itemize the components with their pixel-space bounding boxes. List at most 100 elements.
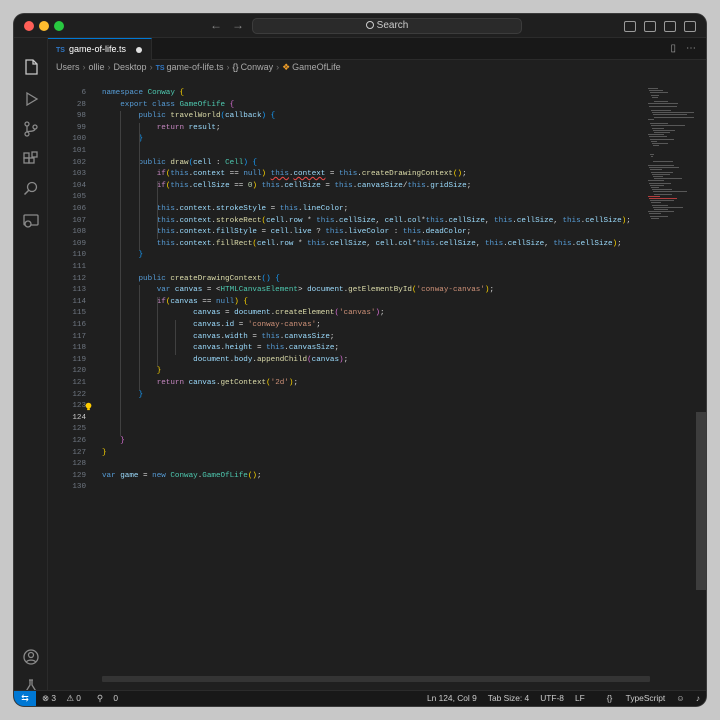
minimap-line bbox=[652, 112, 694, 114]
minimap-line bbox=[650, 138, 674, 140]
navigation-arrows: ← → bbox=[210, 18, 254, 32]
vertical-scrollbar[interactable] bbox=[696, 74, 706, 684]
minimize-window-button[interactable] bbox=[39, 21, 49, 31]
code-line[interactable]: if(this.context == null) this.context = … bbox=[102, 169, 467, 181]
line-number: 103 bbox=[72, 170, 86, 179]
breadcrumb: Users › ollie › Desktop › TS game-of-life.ts ›{}… bbox=[48, 60, 706, 74]
code-line[interactable]: this.context.strokeRect(cell.row * this.… bbox=[102, 216, 631, 228]
code-line[interactable]: } bbox=[102, 436, 125, 448]
tab-game-of-life[interactable]: TS game-of-life.ts bbox=[48, 38, 152, 60]
line-number: 112 bbox=[72, 274, 86, 283]
code-line[interactable]: this.context.fillRect(cell.row * this.ce… bbox=[102, 239, 622, 251]
ports-indicator[interactable]: ⚲ 0 bbox=[97, 693, 126, 703]
line-number: 130 bbox=[72, 483, 86, 492]
line-number: 110 bbox=[72, 251, 86, 260]
code-line[interactable]: var canvas = <HTMLCanvasElement> documen… bbox=[102, 285, 494, 297]
code-line[interactable]: canvas.height = this.canvasSize; bbox=[102, 343, 339, 355]
unsaved-dot-icon[interactable] bbox=[136, 47, 142, 53]
breadcrumb-desktop[interactable]: Desktop bbox=[114, 62, 147, 72]
code-line[interactable]: canvas.id = 'conway-canvas'; bbox=[102, 320, 321, 332]
explorer-icon[interactable] bbox=[22, 58, 40, 76]
close-window-button[interactable] bbox=[24, 21, 34, 31]
line-number: 119 bbox=[72, 355, 86, 364]
breadcrumb-namespace[interactable]: Conway bbox=[241, 62, 274, 72]
minimap-line bbox=[648, 211, 674, 213]
minimap-line bbox=[653, 129, 675, 131]
minimap-line bbox=[654, 116, 694, 118]
line-number: 125 bbox=[72, 425, 86, 434]
minimap-line bbox=[652, 189, 672, 191]
copilot-icon[interactable]: ☺ bbox=[676, 693, 685, 703]
minimap-line bbox=[654, 209, 668, 210]
code-line[interactable]: var game = new Conway.GameOfLife(); bbox=[102, 471, 262, 483]
forward-arrow-icon[interactable]: → bbox=[232, 18, 244, 32]
scroll-thumb[interactable] bbox=[696, 412, 706, 590]
toggle-secondary-sidebar-icon[interactable] bbox=[664, 21, 676, 32]
line-number: 129 bbox=[72, 471, 86, 480]
back-arrow-icon[interactable]: ← bbox=[210, 18, 222, 32]
indent-guide bbox=[138, 122, 140, 251]
code-line[interactable]: namespace Conway { bbox=[102, 88, 184, 100]
minimap-line bbox=[653, 206, 683, 208]
line-number-gutter: 6 28 98 99 100 101 102 103 104 105 106 107 108 109 110… bbox=[48, 74, 90, 684]
customize-layout-icon[interactable] bbox=[684, 21, 696, 32]
cursor-position[interactable]: Ln 124, Col 9 bbox=[427, 693, 477, 703]
split-editor-icon[interactable]: ▯ bbox=[670, 43, 676, 54]
breadcrumb-ollie[interactable]: ollie bbox=[89, 62, 105, 72]
minimap-line bbox=[650, 92, 668, 94]
code-line[interactable]: } bbox=[102, 448, 107, 460]
minimap-line bbox=[652, 96, 658, 98]
title-bar: ← → Search bbox=[14, 14, 706, 38]
breadcrumb-class[interactable]: GameOfLife bbox=[292, 62, 341, 72]
language-mode[interactable]: {} TypeScript bbox=[596, 693, 666, 703]
code-line[interactable]: } bbox=[102, 250, 143, 262]
code-line[interactable]: public draw(cell : Cell) { bbox=[102, 158, 257, 170]
minimap[interactable] bbox=[646, 74, 694, 684]
code-line[interactable]: if(canvas == null) { bbox=[102, 297, 248, 309]
run-and-debug-icon[interactable] bbox=[22, 90, 40, 108]
account-icon[interactable] bbox=[22, 648, 40, 666]
minimap-line bbox=[654, 193, 672, 195]
code-line[interactable]: canvas.width = this.canvasSize; bbox=[102, 332, 334, 344]
code-line[interactable]: export class GameOfLife { bbox=[102, 100, 234, 112]
lightbulb-icon[interactable] bbox=[84, 402, 93, 411]
code-line[interactable]: canvas = document.createElement('canvas'… bbox=[102, 308, 384, 320]
remote-explorer-icon[interactable] bbox=[22, 212, 40, 230]
breadcrumb-file[interactable]: game-of-life.ts bbox=[167, 62, 224, 72]
code-line[interactable]: } bbox=[102, 366, 162, 378]
line-number: 98 bbox=[76, 112, 86, 121]
extensions-icon[interactable] bbox=[22, 150, 40, 168]
line-number: 120 bbox=[72, 367, 86, 376]
command-center-search[interactable]: Search bbox=[252, 18, 522, 34]
remote-indicator-icon[interactable]: ⇆ bbox=[14, 691, 36, 706]
tab-size[interactable]: Tab Size: 4 bbox=[488, 693, 529, 703]
minimap-line bbox=[649, 105, 677, 107]
zoom-window-button[interactable] bbox=[54, 21, 64, 31]
source-control-icon[interactable] bbox=[22, 120, 40, 138]
chevron-right-icon: › bbox=[107, 62, 111, 72]
line-ending[interactable]: LF bbox=[575, 693, 585, 703]
code-line[interactable]: public travelWorld(callback) { bbox=[102, 111, 275, 123]
problems-indicator[interactable]: ⊗ 3 ⚠ 0 bbox=[42, 693, 89, 703]
code-line[interactable]: public createDrawingContext() { bbox=[102, 274, 279, 286]
minimap-line bbox=[653, 191, 687, 193]
toggle-primary-sidebar-icon[interactable] bbox=[624, 21, 636, 32]
code-area[interactable]: namespace Conway { export class GameOfLi… bbox=[102, 74, 652, 684]
minimap-line bbox=[653, 145, 659, 147]
more-actions-icon[interactable]: ⋯ bbox=[686, 43, 696, 54]
horizontal-scrollbar[interactable] bbox=[102, 676, 650, 682]
line-number: 127 bbox=[72, 448, 86, 457]
code-line[interactable]: return canvas.getContext('2d'); bbox=[102, 378, 298, 390]
status-bar: ⇆ ⊗ 3 ⚠ 0 ⚲ 0 Ln 124, Col 9 Tab Size: 4 UTF… bbox=[14, 690, 706, 706]
search-view-icon[interactable] bbox=[22, 180, 40, 198]
toggle-panel-icon[interactable] bbox=[644, 21, 656, 32]
code-editor[interactable]: 6 28 98 99 100 101 102 103 104 105 106 107 108 109 110… bbox=[48, 74, 706, 684]
encoding[interactable]: UTF-8 bbox=[540, 693, 564, 703]
notifications-bell-icon[interactable]: ♪ bbox=[696, 693, 700, 703]
line-number: 114 bbox=[72, 297, 86, 306]
code-line[interactable]: } bbox=[102, 390, 143, 402]
breadcrumb-users[interactable]: Users bbox=[56, 62, 80, 72]
code-line[interactable]: } bbox=[102, 134, 143, 146]
line-number: 122 bbox=[72, 390, 86, 399]
minimap-line bbox=[653, 160, 673, 162]
